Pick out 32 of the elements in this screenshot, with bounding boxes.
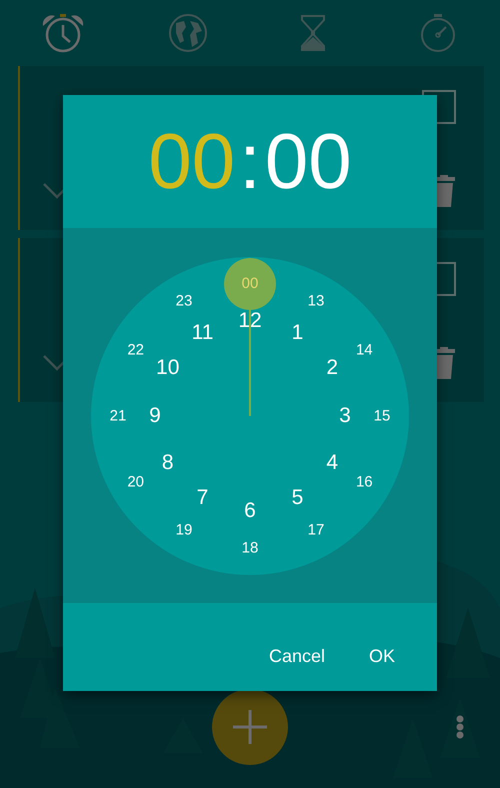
minutes-display[interactable]: 00 (264, 116, 352, 207)
hour-label[interactable]: 23 (176, 292, 192, 310)
hour-label[interactable]: 00 (224, 258, 276, 310)
more-options-icon[interactable] (456, 715, 464, 739)
clock-face[interactable]: 00 13 14 15 16 17 18 19 20 21 22 23 12 1 2 3 4 5 6 7 8 9 10 11 (91, 256, 409, 574)
hour-label[interactable]: 6 (244, 498, 256, 522)
hour-label[interactable]: 4 (326, 451, 338, 475)
time-separator: : (239, 116, 261, 207)
ok-button[interactable]: OK (352, 638, 411, 674)
hour-label[interactable]: 5 (292, 486, 304, 510)
hour-label[interactable]: 8 (162, 451, 174, 475)
hour-label[interactable]: 22 (127, 341, 144, 358)
hour-label[interactable]: 2 (326, 356, 338, 380)
hour-label[interactable]: 9 (149, 404, 161, 428)
hour-label[interactable]: 1 (292, 321, 304, 346)
cancel-button[interactable]: Cancel (252, 638, 341, 674)
hour-label[interactable]: 16 (356, 473, 373, 490)
hour-label[interactable]: 7 (196, 486, 208, 510)
hour-label[interactable]: 15 (374, 407, 390, 424)
hours-display[interactable]: 00 (148, 116, 236, 207)
hour-label[interactable]: 17 (308, 521, 324, 538)
hour-label[interactable]: 3 (339, 404, 351, 428)
hour-label[interactable]: 20 (127, 473, 144, 490)
hour-label[interactable]: 11 (192, 321, 214, 346)
hour-label[interactable]: 18 (242, 539, 258, 556)
hour-label[interactable]: 10 (156, 356, 180, 380)
hour-label[interactable]: 21 (110, 407, 126, 424)
hour-label[interactable]: 12 (238, 308, 262, 332)
hour-label[interactable]: 14 (356, 341, 373, 358)
hour-label[interactable]: 13 (308, 292, 324, 310)
hour-label[interactable]: 19 (176, 521, 192, 538)
plus-icon (233, 710, 267, 744)
